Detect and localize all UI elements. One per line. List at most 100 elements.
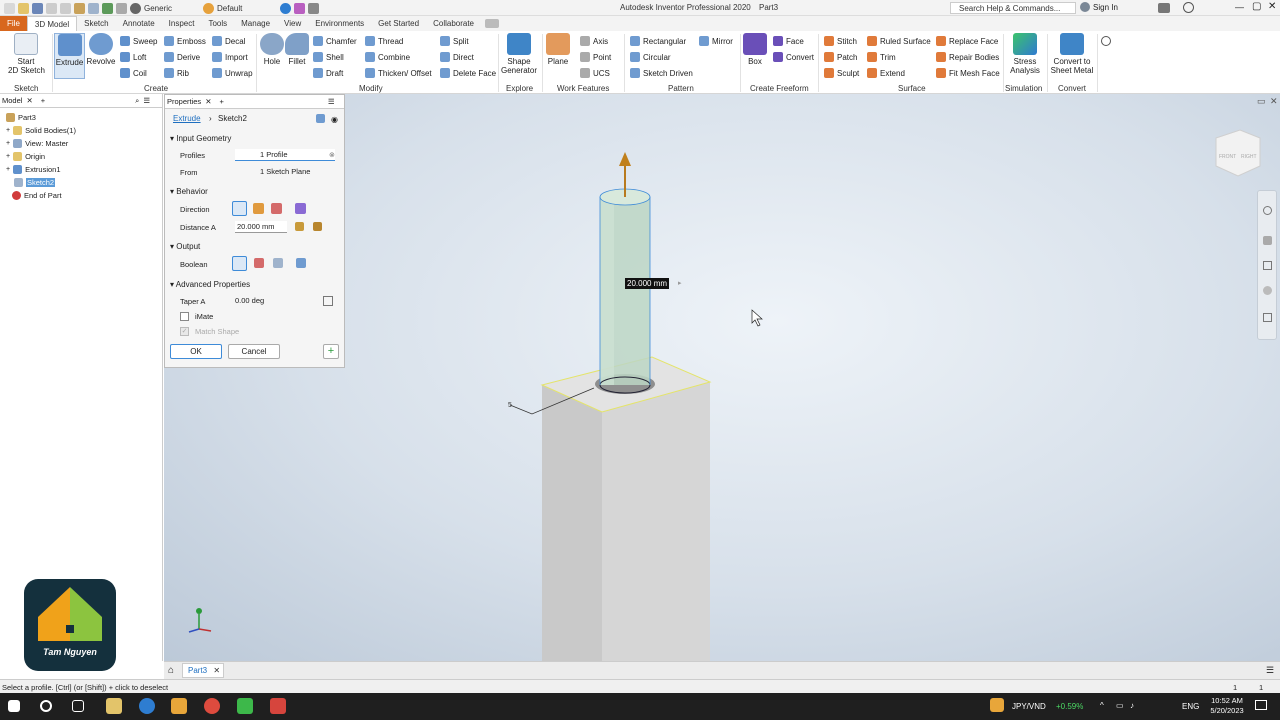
add-tab-icon[interactable]: + [219,97,223,106]
zoom-icon[interactable] [1263,261,1272,270]
update-icon[interactable] [102,2,113,14]
windows-start-icon[interactable] [8,700,20,712]
emboss-button[interactable]: Emboss [164,36,206,46]
section-input-geometry[interactable]: ▾ Input Geometry [170,134,231,143]
profiles-selector[interactable]: 1 Profile [235,149,335,161]
distance-input-box[interactable]: 20.000 mm [625,278,670,289]
save-icon[interactable] [32,2,43,14]
tab-collaborate[interactable]: Collaborate [426,16,481,31]
tab-tools[interactable]: Tools [201,16,234,31]
language-indicator[interactable]: ENG [1182,702,1199,711]
cart-icon[interactable] [1158,3,1170,13]
loft-button[interactable]: Loft [120,52,146,62]
search-icon[interactable] [40,700,52,712]
ucs-button[interactable]: UCS [580,68,610,78]
close-icon[interactable]: ✕ [205,97,211,106]
zoom-app-icon[interactable] [139,698,155,714]
look-at-icon[interactable] [1263,313,1272,322]
breadcrumb-extrude[interactable]: Extrude [173,114,201,123]
search-help-input[interactable]: Search Help & Commands... [950,2,1076,14]
delete-face-button[interactable]: Delete Face [440,68,496,78]
imate-checkbox[interactable] [180,312,189,321]
breadcrumb-sketch2[interactable]: Sketch2 [218,114,247,123]
circular-pattern-button[interactable]: Circular [630,52,671,62]
redo-icon[interactable] [60,2,71,14]
appearance-select[interactable]: Generic [144,4,200,13]
tab-manage[interactable]: Manage [234,16,277,31]
distance-a-input[interactable]: 20.000 mm [235,221,287,233]
tree-item-extrusion1[interactable]: + Extrusion1 [6,165,61,174]
menu-icon[interactable]: ☰ [143,96,150,105]
sign-in-link[interactable]: Sign In [1093,3,1118,12]
direction-flipped-button[interactable] [253,203,264,214]
panel-options-icon[interactable] [485,19,500,28]
open-icon[interactable] [18,2,29,14]
shell-button[interactable]: Shell [313,52,344,62]
axis-button[interactable]: Axis [580,36,608,46]
direction-symmetric-button[interactable] [271,203,282,214]
thicken-offset-button[interactable]: Thicken/ Offset [365,68,432,78]
preset-icon[interactable] [316,114,325,123]
ruled-surface-button[interactable]: Ruled Surface [867,36,931,46]
direction-asymmetric-button[interactable] [295,203,306,214]
restore-view-icon[interactable]: ▭ [1257,96,1266,107]
from-selector[interactable]: 1 Sketch Plane [235,166,335,178]
box-button[interactable]: Box [742,33,768,66]
stress-analysis-button[interactable]: Stress Analysis [1006,33,1044,75]
trim-button[interactable]: Trim [867,52,896,62]
params-icon[interactable] [294,2,305,14]
close-icon[interactable]: ✕ [213,666,220,675]
section-behavior[interactable]: ▾ Behavior [170,187,208,196]
convert-freeform-button[interactable]: Convert [773,52,814,62]
material-icon[interactable] [130,2,141,14]
taper-a-input[interactable]: 0.00 deg [235,295,305,307]
start-2d-sketch-button[interactable]: Start 2D Sketch [8,33,45,75]
to-next-icon[interactable] [313,222,322,231]
draft-button[interactable]: Draft [313,68,343,78]
decal-button[interactable]: Decal [212,36,245,46]
tab-get-started[interactable]: Get Started [371,16,426,31]
sketch-driven-pattern-button[interactable]: Sketch Driven [630,68,693,78]
minimize-icon[interactable]: — [1235,2,1244,12]
expand-icon[interactable]: + [6,127,10,134]
shape-generator-button[interactable]: Shape Generator [500,33,538,75]
inventor-icon[interactable] [171,698,187,714]
home-icon[interactable] [74,2,85,14]
help-icon[interactable] [1183,2,1194,13]
search-icon[interactable]: ⌕ [135,96,139,106]
maximize-icon[interactable]: ▢ [1252,1,1261,12]
tab-inspect[interactable]: Inspect [162,16,202,31]
plane-button[interactable]: Plane [544,33,572,66]
undo-icon[interactable] [46,2,57,14]
chrome-icon[interactable] [204,698,220,714]
rib-button[interactable]: Rib [164,68,189,78]
sculpt-button[interactable]: Sculpt [824,68,859,78]
tree-item-origin[interactable]: + Origin [6,152,45,161]
import-button[interactable]: Import [212,52,248,62]
select-icon[interactable] [88,2,99,14]
boolean-cut-button[interactable] [254,258,264,268]
boolean-join-button[interactable] [232,256,247,271]
boolean-intersect-button[interactable] [273,258,283,268]
tab-view[interactable]: View [277,16,308,31]
dimension-arrow-icon[interactable]: ▸ [678,279,682,287]
tab-file[interactable]: File [0,16,27,31]
tree-item-solid-bodies[interactable]: + Solid Bodies(1) [6,126,76,135]
new-solid-button[interactable] [296,258,306,268]
section-advanced-properties[interactable]: ▾ Advanced Properties [170,280,250,289]
section-output[interactable]: ▾ Output [170,242,200,251]
extrude-button[interactable]: Extrude [54,33,85,79]
network-icon[interactable]: ▭ [1116,701,1124,710]
close-icon[interactable]: ✕ [26,96,32,105]
thread-button[interactable]: Thread [365,36,403,46]
tab-sketch[interactable]: Sketch [77,16,115,31]
distance-arrow-icon[interactable] [619,152,631,166]
fillet-button[interactable]: Fillet [284,33,310,66]
stitch-button[interactable]: Stitch [824,36,857,46]
doc-tab-part3[interactable]: Part3 ✕ [182,663,224,678]
home-icon[interactable]: ⌂ [168,665,174,676]
chamfer-button[interactable]: Chamfer [313,36,357,46]
visibility-icon[interactable]: ◉ [331,115,338,124]
notifications-icon[interactable] [1255,700,1267,710]
view-mode-select[interactable]: Default [217,4,277,13]
